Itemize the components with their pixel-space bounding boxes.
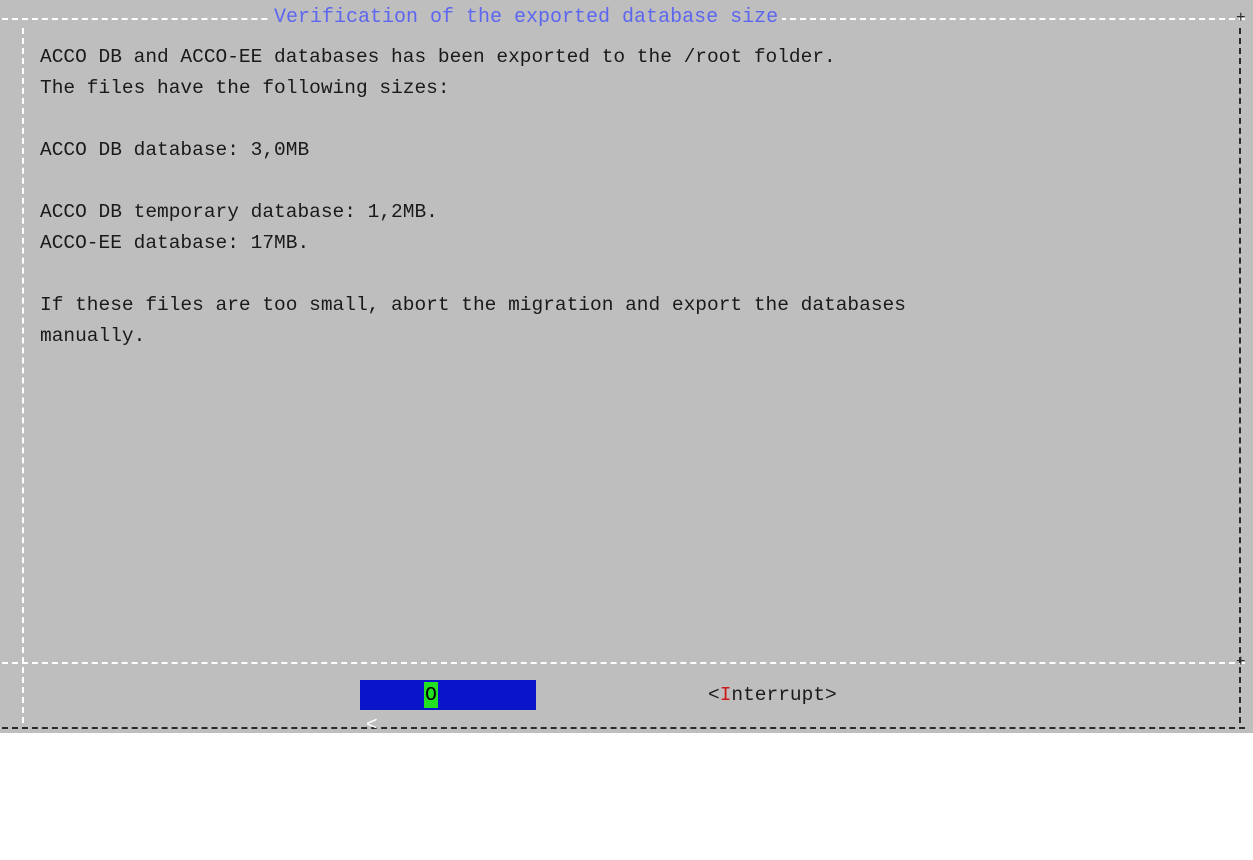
separator-right-corner: + bbox=[1236, 653, 1246, 671]
interrupt-right-bracket: > bbox=[825, 684, 837, 706]
message-line bbox=[40, 104, 1230, 135]
bottom-border bbox=[2, 727, 1245, 729]
ok-label: K bbox=[440, 774, 452, 796]
message-line: ACCO-EE database: 17MB. bbox=[40, 232, 310, 254]
dialog-title: Verification of the exported database si… bbox=[270, 6, 783, 30]
message-line: manually. bbox=[40, 325, 146, 347]
button-separator bbox=[2, 662, 1245, 664]
message-line bbox=[40, 166, 1230, 197]
ok-hotkey: O bbox=[424, 682, 438, 708]
top-right-corner: + bbox=[1236, 9, 1246, 27]
right-border bbox=[1239, 28, 1241, 723]
dialog-message: ACCO DB and ACCO-EE databases has been e… bbox=[40, 42, 1230, 352]
ok-right-bracket: > bbox=[518, 804, 530, 826]
message-line bbox=[40, 259, 1230, 290]
message-line: ACCO DB database: 3,0MB bbox=[40, 139, 310, 161]
interrupt-label: nterrupt bbox=[731, 684, 826, 706]
left-border bbox=[22, 28, 24, 723]
ok-left-bracket: < bbox=[366, 714, 378, 736]
message-line: ACCO DB and ACCO-EE databases has been e… bbox=[40, 46, 836, 68]
message-line: If these files are too small, abort the … bbox=[40, 294, 906, 316]
verification-dialog: + + Verification of the exported databas… bbox=[0, 0, 1253, 826]
interrupt-hotkey: I bbox=[719, 684, 732, 706]
button-bar: < O K > <Interrupt> bbox=[0, 680, 1253, 826]
message-line: The files have the following sizes: bbox=[40, 77, 450, 99]
ok-button[interactable]: < O K > bbox=[360, 680, 536, 826]
message-line: ACCO DB temporary database: 1,2MB. bbox=[40, 201, 438, 223]
interrupt-left-bracket: < bbox=[708, 684, 720, 706]
interrupt-button[interactable]: <Interrupt> bbox=[708, 680, 837, 710]
